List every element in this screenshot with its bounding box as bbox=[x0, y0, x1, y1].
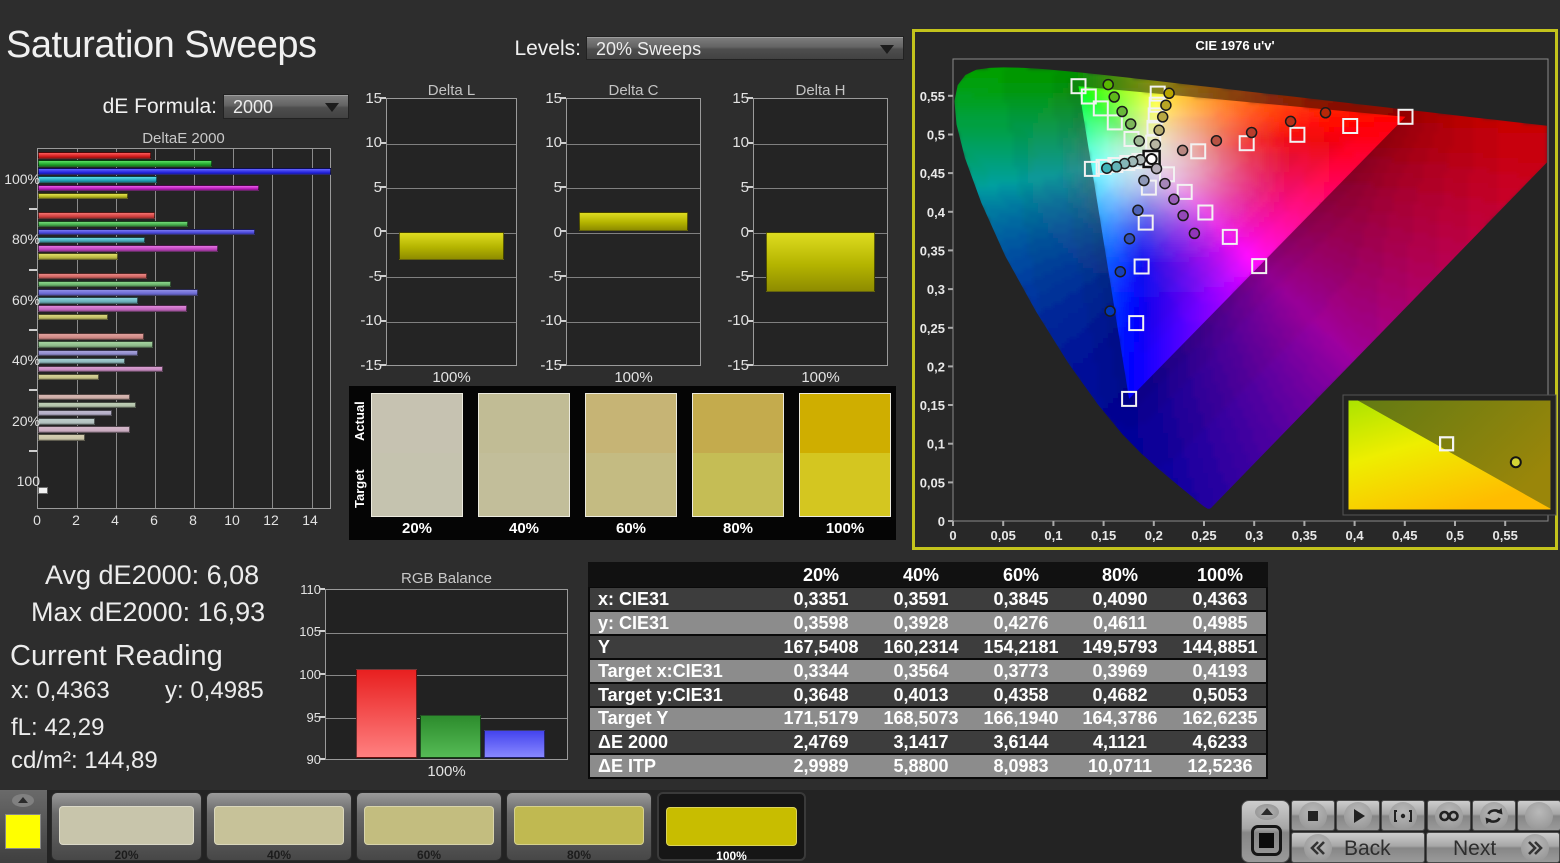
svg-text:0,35: 0,35 bbox=[920, 243, 945, 258]
svg-text:0,15: 0,15 bbox=[920, 398, 945, 413]
svg-text:0,35: 0,35 bbox=[1292, 528, 1317, 543]
svg-text:0,55: 0,55 bbox=[920, 89, 945, 104]
svg-text:0,1: 0,1 bbox=[1044, 528, 1062, 543]
svg-text:0,1: 0,1 bbox=[927, 437, 945, 452]
svg-text:0,5: 0,5 bbox=[1446, 528, 1464, 543]
svg-text:0,3: 0,3 bbox=[1245, 528, 1263, 543]
svg-text:0,25: 0,25 bbox=[1191, 528, 1216, 543]
svg-text:0,4: 0,4 bbox=[1346, 528, 1365, 543]
svg-text:0: 0 bbox=[938, 514, 945, 529]
svg-text:0,4: 0,4 bbox=[927, 205, 946, 220]
svg-text:0,3: 0,3 bbox=[927, 282, 945, 297]
svg-text:0,2: 0,2 bbox=[1145, 528, 1163, 543]
svg-text:0,5: 0,5 bbox=[927, 128, 945, 143]
svg-text:0,25: 0,25 bbox=[920, 321, 945, 336]
svg-text:CIE 1976 u'v': CIE 1976 u'v' bbox=[1195, 38, 1274, 53]
svg-text:0,05: 0,05 bbox=[920, 475, 945, 490]
svg-text:0: 0 bbox=[949, 528, 956, 543]
svg-text:0,45: 0,45 bbox=[920, 166, 945, 181]
svg-text:0,2: 0,2 bbox=[927, 359, 945, 374]
svg-text:0,45: 0,45 bbox=[1392, 528, 1417, 543]
svg-text:0,15: 0,15 bbox=[1091, 528, 1116, 543]
svg-text:0,55: 0,55 bbox=[1493, 528, 1518, 543]
svg-text:0,05: 0,05 bbox=[991, 528, 1016, 543]
